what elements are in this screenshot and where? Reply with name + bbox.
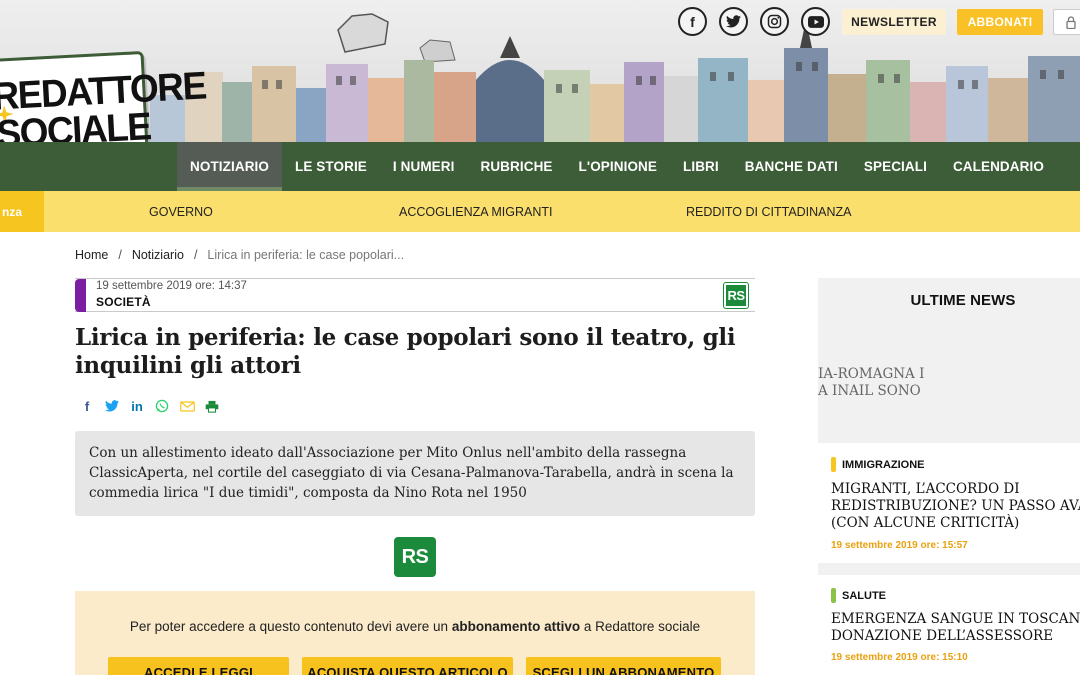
article-meta: 19 settembre 2019 ore: 14:37 SOCIETÀ RS	[75, 278, 755, 312]
news-category-label: IMMIGRAZIONE	[842, 458, 925, 471]
sidebar-fragment-line[interactable]: A INAIL SONO	[818, 382, 921, 400]
latest-news-sidebar: ULTIME NEWS IA-ROMAGNA I A INAIL SONO IM…	[818, 278, 1080, 675]
twitter-icon[interactable]	[719, 7, 748, 36]
topics-bar: nza GOVERNO ACCOGLIENZA MIGRANTI REDDITO…	[0, 191, 1080, 232]
nav-item-le-storie[interactable]: LE STORIE	[282, 142, 380, 191]
site-header: REDATTORE SOCIALE f NEWSLETTER ABBONATI	[0, 0, 1080, 142]
nav-item-notiziario[interactable]: NOTIZIARIO	[177, 142, 282, 191]
topics-tag-label: nza	[1, 204, 22, 219]
paywall-text-2: a Redattore sociale	[580, 619, 701, 634]
logo-line-2: SOCIALE	[0, 104, 152, 142]
news-category-label: SALUTE	[842, 589, 886, 602]
news-headline-line: EMERGENZA SANGUE IN TOSCANA, LA	[831, 611, 1080, 627]
nav-item-rubriche[interactable]: RUBRICHE	[467, 142, 565, 191]
social-links: f	[678, 7, 830, 36]
topic-link-reddito-cittadinanza[interactable]: REDDITO DI CITTADINANZA	[686, 191, 852, 232]
nav-item-libri[interactable]: LIBRI	[670, 142, 732, 191]
sidebar-fragment-line[interactable]: IA-ROMAGNA I	[818, 365, 924, 383]
site-logo[interactable]: REDATTORE SOCIALE	[0, 50, 207, 142]
breadcrumb-separator: /	[193, 248, 198, 262]
topic-link-governo[interactable]: GOVERNO	[149, 191, 213, 232]
category-color-bar	[831, 588, 836, 603]
rs-badge-icon: RS	[723, 282, 749, 309]
nav-item-banche-dati[interactable]: BANCHE DATI	[732, 142, 851, 191]
news-item[interactable]: IMMIGRAZIONE MIGRANTI, L’ACCORDO DI REDI…	[818, 443, 1080, 563]
linkedin-icon[interactable]: in	[129, 398, 145, 414]
nav-item-opinione[interactable]: L'OPINIONE	[566, 142, 670, 191]
article-title: Lirica in periferia: le case popolari so…	[75, 324, 736, 379]
newsletter-button[interactable]: NEWSLETTER	[842, 9, 946, 35]
acquista-articolo-button[interactable]: ACQUISTA QUESTO ARTICOLO	[302, 657, 513, 675]
article-summary: Con un allestimento ideato dall'Associaz…	[75, 431, 755, 516]
news-date: 19 settembre 2019 ore: 15:57	[831, 540, 968, 551]
nav-item-calendario[interactable]: CALENDARIO	[940, 142, 1057, 191]
abbonati-button[interactable]: ABBONATI	[957, 9, 1043, 35]
nav-item-speciali[interactable]: SPECIALI	[851, 142, 940, 191]
article-date: 19 settembre 2019 ore: 14:37	[96, 280, 247, 292]
sidebar-title: ULTIME NEWS	[910, 292, 1016, 309]
user-account-button[interactable]	[1053, 9, 1080, 35]
breadcrumb-current: Lirica in periferia: le case popolari...	[207, 248, 405, 262]
news-headline-line: (CON ALCUNE CRITICITÀ)	[831, 515, 1020, 531]
news-category: IMMIGRAZIONE	[831, 457, 925, 472]
whatsapp-icon[interactable]	[154, 398, 170, 414]
news-date: 19 settembre 2019 ore: 15:10	[831, 652, 968, 663]
category-color-bar	[831, 457, 836, 472]
youtube-icon[interactable]	[801, 7, 830, 36]
news-headline[interactable]: MIGRANTI, L’ACCORDO DI REDISTRIBUZIONE? …	[831, 481, 1080, 532]
facebook-icon[interactable]: f	[79, 398, 95, 414]
category-accent	[75, 279, 86, 312]
breadcrumb-section[interactable]: Notiziario	[132, 248, 184, 262]
topic-link-accoglienza-migranti[interactable]: ACCOGLIENZA MIGRANTI	[399, 191, 553, 232]
twitter-icon[interactable]	[104, 398, 120, 414]
news-headline-line: REDISTRIBUZIONE? UN PASSO AVANTI	[831, 498, 1080, 514]
news-category: SALUTE	[831, 588, 886, 603]
email-icon[interactable]	[179, 398, 195, 414]
scegli-abbonamento-button[interactable]: SCEGLI UN ABBONAMENTO	[526, 657, 721, 675]
paywall-text-1: Per poter accedere a questo contenuto de…	[129, 619, 452, 634]
instagram-icon[interactable]	[760, 7, 789, 36]
news-headline-line: DONAZIONE DELL’ASSESSORE	[831, 628, 1054, 644]
main-navigation: NOTIZIARIO LE STORIE I NUMERI RUBRICHE L…	[0, 142, 1080, 191]
print-icon[interactable]	[204, 398, 220, 414]
share-bar: f in	[79, 398, 220, 414]
breadcrumb-home[interactable]: Home	[75, 248, 108, 262]
facebook-icon[interactable]: f	[678, 7, 707, 36]
paywall-message: Per poter accedere a questo contenuto de…	[75, 619, 755, 634]
news-item[interactable]: SALUTE EMERGENZA SANGUE IN TOSCANA, LA D…	[818, 575, 1080, 675]
accedi-e-leggi-button[interactable]: ACCEDI E LEGGI	[108, 657, 289, 675]
topics-tag-arrow	[30, 191, 44, 231]
news-headline-line: MIGRANTI, L’ACCORDO DI	[831, 481, 1020, 497]
news-headline[interactable]: EMERGENZA SANGUE IN TOSCANA, LA DONAZION…	[831, 611, 1080, 645]
logo-text: REDATTORE SOCIALE	[0, 64, 207, 142]
lock-icon	[1066, 15, 1076, 29]
rs-logo-icon: RS	[394, 537, 436, 577]
breadcrumb: Home / Notiziario / Lirica in periferia:…	[75, 248, 404, 262]
paywall-box: Per poter accedere a questo contenuto de…	[75, 591, 755, 675]
article-category[interactable]: SOCIETÀ	[96, 295, 151, 309]
nav-item-i-numeri[interactable]: I NUMERI	[380, 142, 468, 191]
paywall-text-bold: abbonamento attivo	[451, 619, 581, 634]
breadcrumb-separator: /	[118, 248, 122, 262]
